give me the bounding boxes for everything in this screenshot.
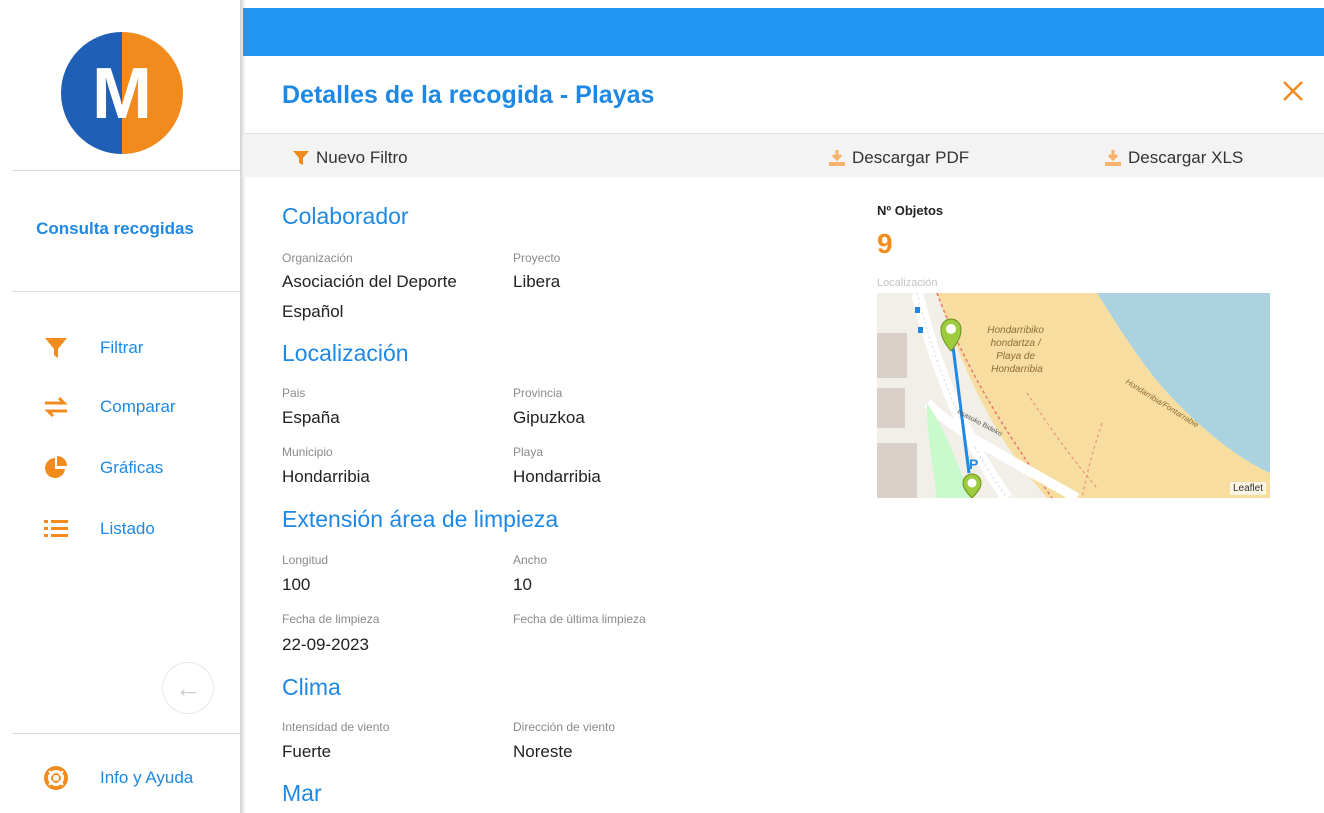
- beach-label-line: Hondarribia: [991, 364, 1043, 375]
- sidebar: M Consulta recogidas Filtrar Comparar Gr…: [0, 0, 240, 813]
- section-mar-title: Mar: [282, 780, 322, 806]
- app-logo[interactable]: M: [61, 32, 183, 154]
- download-pdf-button[interactable]: Descargar PDF: [828, 146, 969, 170]
- provincia-value: Gipuzkoa: [513, 408, 585, 427]
- direccion-viento-label: Dirección de viento: [513, 720, 616, 734]
- sidebar-item-label: Comparar: [100, 397, 176, 416]
- sidebar-consulta-recogidas[interactable]: Consulta recogidas: [0, 219, 230, 239]
- organizacion-value-line1: Asociación del Deporte: [282, 272, 457, 291]
- ancho-label: Ancho: [513, 553, 548, 567]
- section-localizacion-title: Localización: [282, 340, 409, 366]
- playa-value: Hondarribia: [513, 467, 601, 486]
- arrow-left-icon: ←: [175, 672, 201, 703]
- sidebar-item-label: Gráficas: [100, 458, 164, 477]
- fecha-ultima-limpieza-label: Fecha de última limpieza: [513, 612, 646, 626]
- longitud-label: Longitud: [282, 553, 329, 567]
- provincia-label: Provincia: [513, 386, 563, 400]
- location-map[interactable]: P Hondarribiko hondartza / Playa de Hond…: [877, 293, 1270, 498]
- sidebar-item-graficas[interactable]: Gráficas: [0, 448, 230, 488]
- beach-label-line: Hondarribiko: [987, 325, 1044, 336]
- download-icon: [829, 150, 845, 166]
- page-title: Detalles de la recogida - Playas: [282, 81, 655, 109]
- download-pdf-label: Descargar PDF: [852, 148, 970, 167]
- proyecto-label: Proyecto: [513, 251, 561, 265]
- organizacion-label: Organización: [282, 251, 353, 265]
- direccion-viento-value: Noreste: [513, 742, 573, 761]
- sidebar-divider: [12, 170, 240, 171]
- longitud-value: 100: [282, 575, 311, 594]
- pais-value: España: [282, 408, 340, 427]
- map-attribution[interactable]: Leaflet: [1229, 482, 1266, 495]
- download-icon: [1105, 150, 1121, 166]
- intensidad-viento-label: Intensidad de viento: [282, 720, 390, 734]
- compare-arrows-icon: [40, 391, 72, 423]
- download-xls-button[interactable]: Descargar XLS: [1104, 146, 1243, 170]
- top-app-bar: [243, 8, 1324, 56]
- organizacion-value-line2: Español: [282, 302, 344, 321]
- sidebar-shadow: [240, 0, 246, 813]
- municipio-value: Hondarribia: [282, 467, 370, 486]
- section-extension-title: Extensión área de limpieza: [282, 506, 559, 532]
- objetos-value: 9: [877, 228, 893, 259]
- municipio-label: Municipio: [282, 445, 333, 459]
- lifebuoy-icon: [40, 762, 72, 794]
- new-filter-label: Nuevo Filtro: [316, 148, 408, 167]
- intensidad-viento-value: Fuerte: [282, 742, 332, 761]
- svg-text:P: P: [969, 456, 978, 472]
- beach-label-line: hondartza /: [991, 338, 1042, 349]
- new-filter-button[interactable]: Nuevo Filtro: [292, 146, 408, 170]
- close-button[interactable]: [1276, 74, 1310, 108]
- fecha-limpieza-label: Fecha de limpieza: [282, 612, 380, 626]
- sidebar-divider: [12, 733, 240, 734]
- sidebar-item-label: Filtrar: [100, 338, 144, 357]
- beach-label-line: Playa de: [996, 351, 1035, 362]
- sidebar-item-info-ayuda[interactable]: Info y Ayuda: [0, 758, 230, 798]
- svg-text:M: M: [92, 54, 152, 134]
- close-icon: [1283, 81, 1303, 101]
- collapse-sidebar-button[interactable]: ←: [162, 662, 214, 714]
- download-xls-label: Descargar XLS: [1128, 148, 1244, 167]
- list-icon: [40, 513, 72, 545]
- proyecto-value: Libera: [513, 272, 561, 291]
- sidebar-item-filtrar[interactable]: Filtrar: [0, 328, 230, 368]
- objetos-label: Nº Objetos: [877, 203, 944, 218]
- playa-label: Playa: [513, 445, 544, 459]
- sidebar-divider: [12, 291, 240, 292]
- sidebar-item-label: Info y Ayuda: [100, 768, 194, 787]
- sidebar-item-comparar[interactable]: Comparar: [0, 387, 230, 427]
- pie-chart-icon: [40, 452, 72, 484]
- sidebar-item-label: Listado: [100, 519, 155, 538]
- map-localizacion-label: Localización: [877, 277, 938, 289]
- filter-icon: [40, 332, 72, 364]
- filter-icon: [293, 151, 309, 165]
- sidebar-item-listado[interactable]: Listado: [0, 509, 230, 549]
- section-colaborador-title: Colaborador: [282, 203, 409, 229]
- section-clima-title: Clima: [282, 674, 341, 700]
- fecha-limpieza-value: 22-09-2023: [282, 635, 369, 654]
- pais-label: Pais: [282, 386, 306, 400]
- ancho-value: 10: [513, 575, 532, 594]
